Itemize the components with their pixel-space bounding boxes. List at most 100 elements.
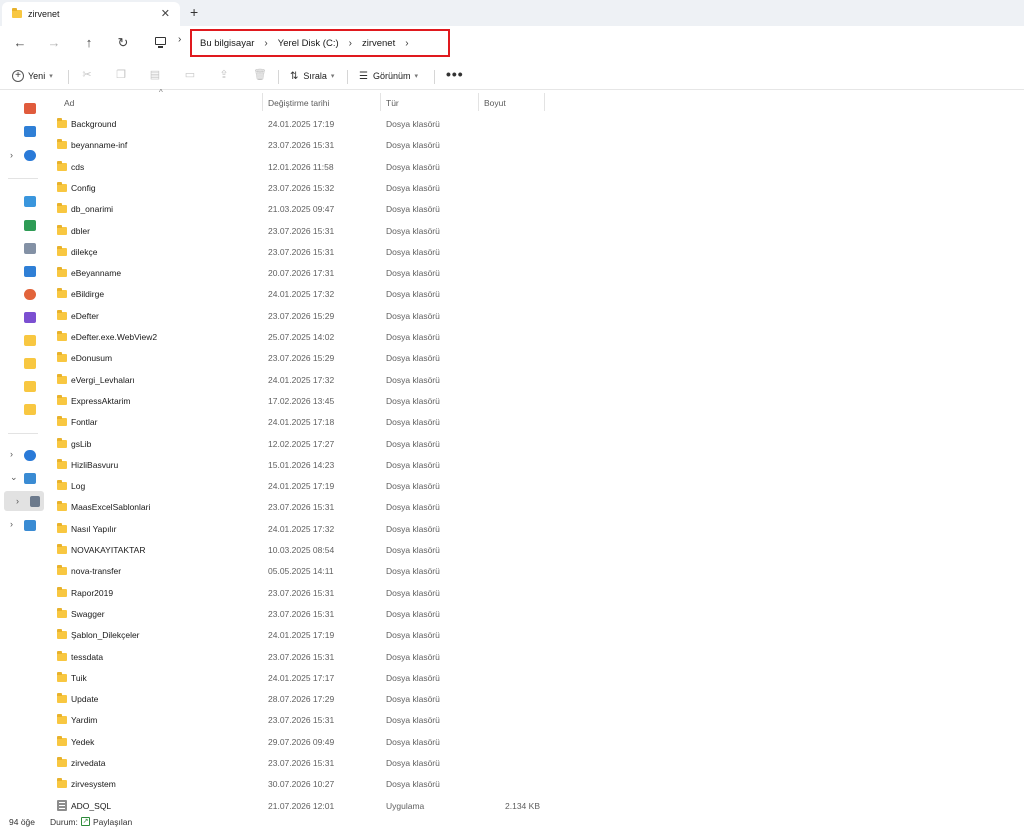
- table-row[interactable]: Tuik 24.01.2025 17:17 Dosya klasörü: [50, 669, 550, 690]
- table-row[interactable]: Update 28.07.2026 17:29 Dosya klasörü: [50, 690, 550, 711]
- table-row[interactable]: eVergi_Levhaları 24.01.2025 17:32 Dosya kl…: [50, 371, 550, 392]
- file-name: ExpressAktarim: [71, 395, 131, 406]
- cut-icon[interactable]: ✂: [81, 69, 93, 81]
- more-options-icon[interactable]: •••: [446, 66, 464, 82]
- delete-icon[interactable]: 🗑: [253, 69, 267, 81]
- table-row[interactable]: cds 12.01.2026 11:58 Dosya klasörü: [50, 158, 550, 179]
- table-row[interactable]: Nasıl Yapılır 24.01.2025 17:32 Dosya klasö…: [50, 520, 550, 541]
- copy-icon[interactable]: ❐: [115, 69, 127, 81]
- chevron-right-icon[interactable]: ›: [10, 150, 13, 160]
- table-row[interactable]: eDefter 23.07.2026 15:29 Dosya klasörü: [50, 307, 550, 328]
- table-row[interactable]: ExpressAktarim 17.02.2026 13:45 Dosya klas…: [50, 392, 550, 413]
- table-row[interactable]: MaasExcelSablonlari 23.07.2026 15:31 Dosya…: [50, 498, 550, 519]
- table-row[interactable]: Yedek 29.07.2026 09:49 Dosya klasörü: [50, 733, 550, 754]
- chevron-right-icon[interactable]: ›: [16, 496, 19, 506]
- videos-icon[interactable]: [24, 312, 36, 323]
- home-icon[interactable]: [24, 103, 36, 114]
- table-row[interactable]: Şablon_Dilekçeler 24.01.2025 17:19 Dosya k…: [50, 626, 550, 647]
- paste-icon[interactable]: ▤: [149, 69, 161, 81]
- status-label: Durum:: [50, 817, 78, 827]
- cloud-icon[interactable]: [24, 150, 36, 161]
- folder-icon: [57, 501, 67, 512]
- folder-icon: [57, 118, 67, 128]
- gallery-icon[interactable]: [24, 126, 36, 137]
- chevron-right-icon[interactable]: ›: [178, 34, 181, 45]
- new-tab-button[interactable]: +: [190, 4, 198, 20]
- table-row[interactable]: Log 24.01.2025 17:19 Dosya klasörü: [50, 477, 550, 498]
- table-row[interactable]: NOVAKAYITAKTAR 10.03.2025 08:54 Dosya klas…: [50, 541, 550, 562]
- table-row[interactable]: zirvesystem 30.07.2026 10:27 Dosya klasörü: [50, 775, 550, 796]
- file-type: Dosya klasörü: [386, 651, 440, 662]
- chevron-down-icon[interactable]: ⌄: [10, 472, 18, 483]
- chevron-right-icon[interactable]: ›: [264, 38, 267, 49]
- folder-icon[interactable]: [24, 335, 36, 346]
- computer-icon[interactable]: [155, 37, 166, 48]
- column-divider[interactable]: [544, 93, 545, 111]
- sort-button[interactable]: ⇅ Sırala ▾: [290, 68, 334, 84]
- pictures-icon[interactable]: [24, 266, 36, 277]
- breadcrumb-item-folder[interactable]: zirvenet: [362, 38, 395, 49]
- folder-icon[interactable]: [24, 358, 36, 369]
- view-button[interactable]: ☰ Görünüm ▾: [359, 68, 418, 84]
- table-row[interactable]: beyanname-inf 23.07.2026 15:31 Dosya klasö…: [50, 136, 550, 157]
- back-icon[interactable]: ←: [11, 34, 29, 52]
- table-row[interactable]: Rapor2019 23.07.2026 15:31 Dosya klasörü: [50, 584, 550, 605]
- close-icon[interactable]: ✕: [161, 7, 170, 20]
- table-row[interactable]: nova-transfer 05.05.2025 14:11 Dosya klasö…: [50, 562, 550, 583]
- column-type[interactable]: Tür: [386, 98, 399, 116]
- column-divider[interactable]: [478, 93, 479, 111]
- table-row[interactable]: Fontlar 24.01.2025 17:18 Dosya klasörü: [50, 413, 550, 434]
- forward-icon[interactable]: →: [45, 34, 63, 52]
- up-icon[interactable]: ↑: [80, 34, 98, 52]
- table-row[interactable]: Swagger 23.07.2026 15:31 Dosya klasörü: [50, 605, 550, 626]
- table-row[interactable]: db_onarimi 21.03.2025 09:47 Dosya klasörü: [50, 200, 550, 221]
- file-name: HizliBasvuru: [71, 459, 119, 470]
- this-pc-icon[interactable]: [24, 473, 36, 484]
- table-row[interactable]: eDonusum 23.07.2026 15:29 Dosya klasörü: [50, 349, 550, 370]
- table-row[interactable]: dbler 23.07.2026 15:31 Dosya klasörü: [50, 222, 550, 243]
- chevron-right-icon[interactable]: ›: [10, 449, 13, 459]
- table-row[interactable]: dilekçe 23.07.2026 15:31 Dosya klasörü: [50, 243, 550, 264]
- tab-zirvenet[interactable]: zirvenet ✕: [2, 2, 180, 26]
- table-row[interactable]: tessdata 23.07.2026 15:31 Dosya klasörü: [50, 648, 550, 669]
- table-row[interactable]: gsLib 12.02.2025 17:27 Dosya klasörü: [50, 435, 550, 456]
- downloads-icon[interactable]: [24, 220, 36, 231]
- table-row[interactable]: Yardim 23.07.2026 15:31 Dosya klasörü: [50, 711, 550, 732]
- share-icon[interactable]: ⇪: [218, 69, 230, 81]
- file-date: 12.02.2025 17:27: [268, 438, 335, 449]
- rename-icon[interactable]: ▭: [184, 69, 196, 81]
- folder-icon: [57, 565, 67, 576]
- music-icon[interactable]: [24, 289, 36, 300]
- folder-icon: [57, 288, 67, 299]
- folder-icon[interactable]: [24, 381, 36, 392]
- table-row[interactable]: eDefter.exe.WebView2 25.07.2025 14:02 Dosy…: [50, 328, 550, 349]
- table-row[interactable]: Config 23.07.2026 15:32 Dosya klasörü: [50, 179, 550, 200]
- folder-icon[interactable]: [24, 404, 36, 415]
- column-date[interactable]: Değiştirme tarihi: [268, 98, 329, 116]
- table-row[interactable]: eBeyanname 20.07.2026 17:31 Dosya klasörü: [50, 264, 550, 285]
- cloud-icon[interactable]: [24, 450, 36, 461]
- table-row[interactable]: Background 24.01.2025 17:19 Dosya klasörü: [50, 115, 550, 136]
- column-name[interactable]: Ad: [64, 98, 74, 116]
- file-date: 24.01.2025 17:32: [268, 374, 335, 385]
- chevron-right-icon[interactable]: ›: [349, 38, 352, 49]
- column-divider[interactable]: [262, 93, 263, 111]
- refresh-icon[interactable]: ↻: [114, 34, 132, 52]
- table-row[interactable]: zirvedata 23.07.2026 15:31 Dosya klasörü: [50, 754, 550, 775]
- file-name: db_onarimi: [71, 204, 114, 215]
- table-row[interactable]: HizliBasvuru 15.01.2026 14:23 Dosya klasör…: [50, 456, 550, 477]
- file-name: Log: [71, 481, 86, 492]
- chevron-right-icon[interactable]: ›: [10, 519, 13, 529]
- folder-icon: [12, 8, 22, 18]
- documents-icon[interactable]: [24, 243, 36, 254]
- new-button[interactable]: + Yeni ▾: [12, 68, 53, 84]
- drive-icon[interactable]: [30, 496, 40, 507]
- desktop-icon[interactable]: [24, 196, 36, 207]
- table-row[interactable]: eBildirge 24.01.2025 17:32 Dosya klasörü: [50, 285, 550, 306]
- network-icon[interactable]: [24, 520, 36, 531]
- column-size[interactable]: Boyut: [484, 98, 506, 116]
- column-divider[interactable]: [380, 93, 381, 111]
- breadcrumb-item-disk[interactable]: Yerel Disk (C:): [278, 38, 339, 49]
- chevron-right-icon[interactable]: ›: [405, 38, 408, 49]
- breadcrumb-item-computer[interactable]: Bu bilgisayar: [200, 38, 254, 49]
